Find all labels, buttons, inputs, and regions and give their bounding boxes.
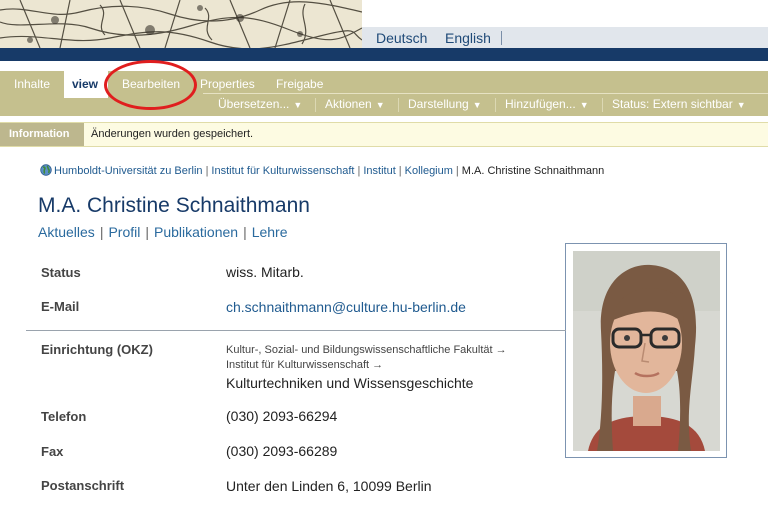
status-message: Information Änderungen wurden gespeicher… (0, 122, 768, 147)
breadcrumb: Humboldt-Universität zu Berlin | Institut … (40, 164, 604, 177)
status-value: wiss. Mitarb. (226, 264, 304, 280)
okz-label: Einrichtung (OKZ) (41, 342, 153, 357)
address-label: Postanschrift (41, 478, 125, 493)
globe-icon (40, 164, 52, 176)
menu-label: Status: Extern sichtbar (612, 97, 733, 111)
email-link[interactable]: ch.schnaithmann@culture.hu-berlin.de (226, 299, 466, 315)
subnav-link-profil[interactable]: Profil (108, 224, 140, 240)
email-label: E-Mail (41, 299, 80, 314)
status-label: Status (41, 265, 81, 280)
breadcrumb-link[interactable]: Institut für Kulturwissenschaft (211, 165, 354, 177)
language-bar: Deutsch English (362, 27, 768, 49)
actions-menu-bar: Übersetzen... ▼ Aktionen ▼ Darstellung ▼ Hi… (203, 93, 768, 116)
tab-properties[interactable]: Properties (200, 77, 255, 91)
section-divider (26, 330, 566, 331)
tab-freigabe[interactable]: Freigabe (276, 77, 323, 91)
chevron-down-icon: ▼ (375, 100, 385, 110)
subnav-link-aktuelles[interactable]: Aktuelles (38, 224, 95, 240)
breadcrumb-link[interactable]: Kollegium (405, 165, 453, 177)
menu-label: Übersetzen... (218, 97, 290, 111)
profile-subnav: Aktuelles | Profil | Publikationen | Lehre (38, 224, 288, 240)
okz-department: Kulturtechniken und Wissensgeschichte (226, 375, 474, 391)
info-label: Information (0, 123, 84, 146)
subnav-link-publikationen[interactable]: Publikationen (154, 224, 238, 240)
menu-aktionen[interactable]: Aktionen ▼ (325, 97, 385, 111)
text-cursor (501, 31, 502, 45)
chevron-down-icon: ▼ (472, 100, 482, 110)
breadcrumb-link[interactable]: Humboldt-Universität zu Berlin (54, 165, 203, 177)
tab-inhalte[interactable]: Inhalte (14, 77, 50, 91)
subnav-link-lehre[interactable]: Lehre (252, 224, 288, 240)
chevron-down-icon: ▼ (293, 100, 303, 110)
chevron-down-icon: ▼ (579, 100, 589, 110)
fax-value: (030) 2093-66289 (226, 443, 338, 459)
menu-label: Hinzufügen... (505, 97, 576, 111)
info-message: Änderungen wurden gespeichert. (91, 128, 254, 140)
menu-hinzufuegen[interactable]: Hinzufügen... ▼ (505, 97, 589, 111)
menu-label: Darstellung (408, 97, 469, 111)
language-link-deutsch[interactable]: Deutsch (376, 30, 427, 46)
fax-label: Fax (41, 444, 64, 459)
chevron-down-icon: ▼ (736, 100, 746, 110)
tab-view[interactable]: view (64, 71, 108, 98)
okz-faculty: Kultur-, Sozial- und Bildungswissenschaf… (226, 344, 507, 356)
highlight-circle-annotation (104, 60, 197, 110)
menu-darstellung[interactable]: Darstellung ▼ (408, 97, 482, 111)
portrait-image (573, 251, 720, 451)
phone-value: (030) 2093-66294 (226, 408, 338, 424)
breadcrumb-link[interactable]: Institut (363, 165, 395, 177)
page-title: M.A. Christine Schnaithmann (38, 194, 310, 217)
profile-photo (565, 243, 727, 458)
menu-status[interactable]: Status: Extern sichtbar ▼ (612, 97, 746, 111)
address-value: Unter den Linden 6, 10099 Berlin (226, 478, 432, 494)
language-link-english[interactable]: English (445, 30, 491, 46)
menu-label: Aktionen (325, 97, 372, 111)
okz-institute: Institut für Kulturwissenschaft → (226, 359, 384, 371)
breadcrumb-current: M.A. Christine Schnaithmann (461, 165, 605, 177)
header-band (0, 48, 768, 61)
phone-label: Telefon (41, 409, 87, 424)
header-engraving-image (0, 0, 362, 48)
menu-uebersetzen[interactable]: Übersetzen... ▼ (218, 97, 302, 111)
